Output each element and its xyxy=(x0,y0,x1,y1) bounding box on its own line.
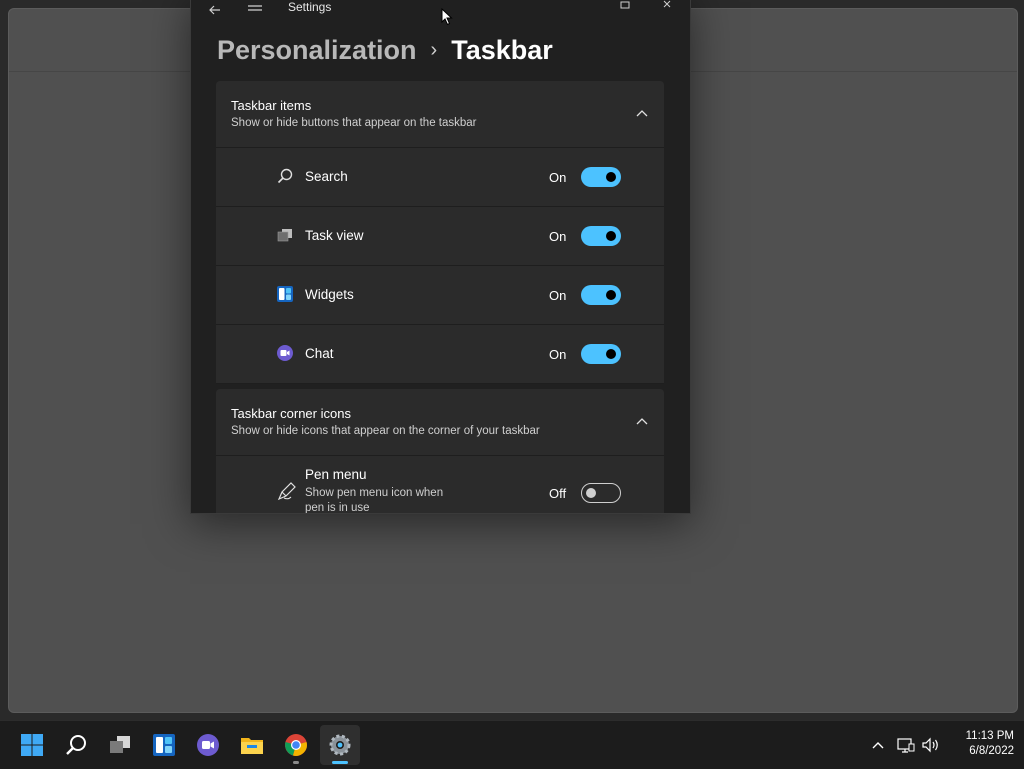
section-subtitle: Show or hide icons that appear on the co… xyxy=(231,425,540,437)
task-view-icon xyxy=(277,229,292,242)
setting-label: Pen menu xyxy=(305,467,367,482)
setting-row-chat: Chat On xyxy=(216,325,664,384)
toggle-state-text: On xyxy=(549,170,567,185)
window-title: Settings xyxy=(288,0,332,14)
search-toggle[interactable] xyxy=(581,167,621,187)
setting-row-widgets: Widgets On xyxy=(216,266,664,325)
section-title: Taskbar corner icons xyxy=(231,406,351,421)
chevron-up-icon[interactable] xyxy=(632,412,652,432)
running-indicator xyxy=(293,761,299,764)
breadcrumb-parent-link[interactable]: Personalization xyxy=(217,35,417,66)
back-arrow-icon xyxy=(209,5,220,15)
chrome-icon xyxy=(285,734,307,756)
setting-label: Widgets xyxy=(305,287,354,302)
setting-row-pen-menu: Pen menu Show pen menu icon when pen is … xyxy=(216,456,664,514)
settings-window: Settings Personalization › Taskbar Taskb… xyxy=(190,0,691,514)
section-title: Taskbar items xyxy=(231,98,312,113)
section-subtitle: Show or hide buttons that appear on the … xyxy=(231,117,477,129)
show-hidden-icons-chevron-icon[interactable] xyxy=(868,735,888,755)
start-button[interactable] xyxy=(12,725,52,765)
widgets-icon xyxy=(153,734,175,756)
toggle-state-text: Off xyxy=(549,486,567,501)
taskbar: 11:13 PM 6/8/2022 xyxy=(0,720,1024,769)
chat-icon xyxy=(277,345,293,361)
breadcrumb-separator-icon: › xyxy=(430,38,438,61)
volume-icon[interactable] xyxy=(921,735,941,755)
setting-description: Show pen menu icon when pen is in use xyxy=(305,487,444,514)
chevron-up-icon[interactable] xyxy=(632,104,652,124)
file-explorer-icon xyxy=(241,738,263,754)
taskbar-chat-button[interactable] xyxy=(188,725,228,765)
toggle-knob xyxy=(606,290,616,300)
chat-toggle[interactable] xyxy=(581,344,621,364)
widgets-toggle[interactable] xyxy=(581,285,621,305)
widgets-icon xyxy=(277,286,293,302)
task-view-icon xyxy=(110,736,130,753)
active-app-indicator xyxy=(332,761,348,764)
navigation-menu-button[interactable] xyxy=(241,0,269,20)
task-view-toggle[interactable] xyxy=(581,226,621,246)
clock-date: 6/8/2022 xyxy=(969,745,1014,757)
start-icon xyxy=(21,734,43,756)
back-button[interactable] xyxy=(201,0,229,20)
maximize-icon xyxy=(620,1,630,9)
toggle-state-text: On xyxy=(549,347,567,362)
chat-icon xyxy=(197,734,219,756)
maximize-button[interactable] xyxy=(611,0,639,20)
setting-row-search: Search On xyxy=(216,148,664,207)
toggle-knob xyxy=(606,172,616,182)
page-title: Taskbar xyxy=(451,34,553,65)
search-icon xyxy=(277,168,293,184)
mouse-cursor-icon xyxy=(441,8,453,26)
taskbar-items-header[interactable]: Taskbar items Show or hide buttons that … xyxy=(216,81,664,148)
settings-icon xyxy=(329,734,351,756)
close-button[interactable] xyxy=(655,0,683,20)
pen-menu-toggle[interactable] xyxy=(581,483,621,503)
taskbar-search-button[interactable] xyxy=(56,725,96,765)
taskbar-widgets-button[interactable] xyxy=(144,725,184,765)
toggle-state-text: On xyxy=(549,288,567,303)
setting-label: Task view xyxy=(305,228,364,243)
clock-time: 11:13 PM xyxy=(965,730,1014,742)
taskbar-task-view-button[interactable] xyxy=(100,725,140,765)
taskbar-chrome-button[interactable] xyxy=(276,725,316,765)
pen-icon xyxy=(277,482,296,501)
hamburger-menu-icon xyxy=(248,5,262,11)
system-clock[interactable]: 11:13 PM 6/8/2022 xyxy=(946,729,1014,759)
toggle-knob xyxy=(586,488,596,498)
search-icon xyxy=(66,735,86,755)
close-icon xyxy=(663,0,671,8)
taskbar-file-explorer-button[interactable] xyxy=(232,725,272,765)
toggle-knob xyxy=(606,349,616,359)
taskbar-corner-icons-header[interactable]: Taskbar corner icons Show or hide icons … xyxy=(216,389,664,456)
setting-label: Search xyxy=(305,169,348,184)
settings-content: Taskbar items Show or hide buttons that … xyxy=(216,81,664,514)
setting-label: Chat xyxy=(305,346,334,361)
toggle-knob xyxy=(606,231,616,241)
network-icon[interactable] xyxy=(896,735,916,755)
taskbar-settings-button[interactable] xyxy=(320,725,360,765)
setting-row-task-view: Task view On xyxy=(216,207,664,266)
breadcrumb: Personalization › Taskbar xyxy=(217,30,553,70)
toggle-state-text: On xyxy=(549,229,567,244)
